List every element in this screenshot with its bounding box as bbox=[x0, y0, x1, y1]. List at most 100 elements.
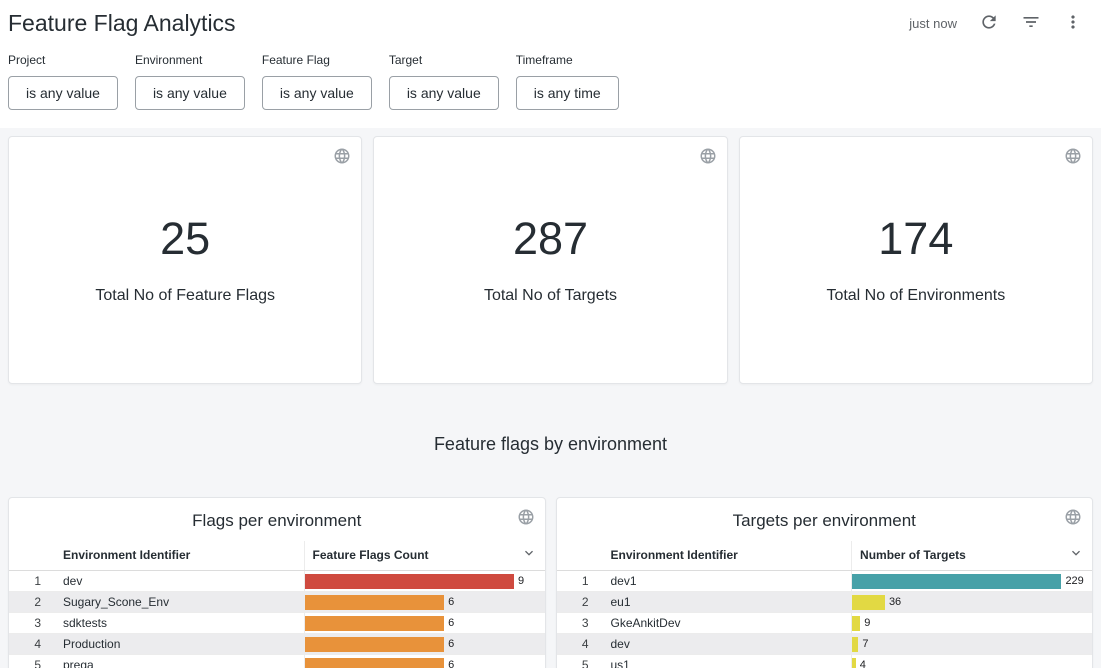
kpi-label: Total No of Feature Flags bbox=[95, 287, 275, 305]
table-row[interactable]: 1 dev1 229 bbox=[557, 571, 1093, 592]
environment-name: dev1 bbox=[603, 574, 852, 588]
count-bar bbox=[852, 595, 885, 610]
table-row[interactable]: 2 Sugary_Scone_Env 6 bbox=[9, 592, 545, 613]
filter-label: Project bbox=[8, 53, 118, 67]
filter-target-value-button[interactable]: is any value bbox=[389, 76, 499, 110]
table-header: Environment Identifier Number of Targets bbox=[557, 541, 1093, 571]
column-header-environment[interactable]: Environment Identifier bbox=[55, 544, 304, 568]
row-index: 3 bbox=[9, 616, 55, 630]
filter-button[interactable] bbox=[1017, 8, 1045, 39]
count-value: 6 bbox=[448, 617, 454, 629]
header-actions: just now bbox=[909, 8, 1087, 39]
refresh-button[interactable] bbox=[975, 8, 1003, 39]
row-index: 2 bbox=[557, 595, 603, 609]
table-body: 1 dev 9 2 Sugary_Scone_Env 6 3 sdktests … bbox=[9, 571, 545, 668]
table-title: Flags per environment bbox=[9, 498, 545, 541]
kpi-value: 25 bbox=[160, 216, 210, 261]
row-index: 3 bbox=[557, 616, 603, 630]
row-index: 1 bbox=[9, 574, 55, 588]
globe-icon bbox=[1064, 514, 1082, 529]
count-value: 9 bbox=[864, 617, 870, 629]
count-bar bbox=[852, 616, 860, 631]
row-index: 4 bbox=[557, 637, 603, 651]
count-bar bbox=[852, 637, 858, 652]
top-bar: Feature Flag Analytics just now Proje bbox=[0, 0, 1101, 128]
table-row[interactable]: 4 dev 7 bbox=[557, 634, 1093, 655]
filter-feature-flag: Feature Flag is any value bbox=[262, 53, 372, 110]
dashboard-header: Feature Flag Analytics just now bbox=[0, 0, 1101, 43]
kebab-menu-icon bbox=[1063, 12, 1083, 35]
index-column-header bbox=[9, 551, 55, 561]
count-value: 4 bbox=[860, 659, 866, 668]
kpi-row: 25 Total No of Feature Flags 287 Total N… bbox=[8, 136, 1093, 384]
section-title: Feature flags by environment bbox=[8, 434, 1093, 455]
row-index: 2 bbox=[9, 595, 55, 609]
kpi-tile-targets: 287 Total No of Targets bbox=[373, 136, 727, 384]
count-value: 7 bbox=[862, 638, 868, 650]
kpi-value: 287 bbox=[513, 216, 588, 261]
count-value: 6 bbox=[448, 659, 454, 668]
count-bar bbox=[852, 574, 1061, 589]
filter-feature-flag-value-button[interactable]: is any value bbox=[262, 76, 372, 110]
table-row[interactable]: 3 sdktests 6 bbox=[9, 613, 545, 634]
filter-label: Timeframe bbox=[516, 53, 619, 67]
environment-name: dev bbox=[55, 574, 304, 588]
filter-icon bbox=[1021, 12, 1041, 35]
tile-globe-button[interactable] bbox=[697, 145, 719, 170]
filter-timeframe: Timeframe is any time bbox=[516, 53, 619, 110]
table-row[interactable]: 3 GkeAnkitDev 9 bbox=[557, 613, 1093, 634]
environment-name: Production bbox=[55, 637, 304, 651]
column-header-targets[interactable]: Number of Targets bbox=[851, 541, 1092, 570]
filter-project: Project is any value bbox=[8, 53, 118, 110]
kpi-value: 174 bbox=[878, 216, 953, 261]
row-index: 4 bbox=[9, 637, 55, 651]
tile-globe-button[interactable] bbox=[1062, 145, 1084, 170]
refresh-status: just now bbox=[909, 16, 957, 31]
table-row[interactable]: 2 eu1 36 bbox=[557, 592, 1093, 613]
count-bar bbox=[305, 658, 445, 668]
environment-name: eu1 bbox=[603, 595, 852, 609]
filter-timeframe-value-button[interactable]: is any time bbox=[516, 76, 619, 110]
sort-chevron-down-icon bbox=[521, 545, 537, 564]
filter-label: Feature Flag bbox=[262, 53, 372, 67]
table-row[interactable]: 1 dev 9 bbox=[9, 571, 545, 592]
table-row[interactable]: 4 Production 6 bbox=[9, 634, 545, 655]
filter-project-value-button[interactable]: is any value bbox=[8, 76, 118, 110]
page-title: Feature Flag Analytics bbox=[8, 10, 236, 37]
count-bar bbox=[852, 658, 856, 668]
count-value: 9 bbox=[518, 575, 524, 587]
kpi-label: Total No of Targets bbox=[484, 287, 617, 305]
count-bar bbox=[305, 574, 514, 589]
filter-target: Target is any value bbox=[389, 53, 499, 110]
count-bar bbox=[305, 595, 445, 610]
index-column-header bbox=[557, 551, 603, 561]
table-row[interactable]: 5 prega 6 bbox=[9, 655, 545, 668]
globe-icon bbox=[517, 514, 535, 529]
table-row[interactable]: 5 us1 4 bbox=[557, 655, 1093, 668]
count-bar bbox=[305, 616, 445, 631]
globe-icon bbox=[699, 153, 717, 168]
row-index: 5 bbox=[9, 658, 55, 668]
sort-chevron-down-icon bbox=[1068, 545, 1084, 564]
environment-name: Sugary_Scone_Env bbox=[55, 595, 304, 609]
globe-icon bbox=[1064, 153, 1082, 168]
filter-environment-value-button[interactable]: is any value bbox=[135, 76, 245, 110]
tile-globe-button[interactable] bbox=[515, 506, 537, 531]
count-value: 6 bbox=[448, 638, 454, 650]
filter-label: Target bbox=[389, 53, 499, 67]
table-title: Targets per environment bbox=[557, 498, 1093, 541]
environment-name: GkeAnkitDev bbox=[603, 616, 852, 630]
count-value: 6 bbox=[448, 596, 454, 608]
tile-globe-button[interactable] bbox=[1062, 506, 1084, 531]
table-header: Environment Identifier Feature Flags Cou… bbox=[9, 541, 545, 571]
count-value: 229 bbox=[1065, 575, 1083, 587]
table-body: 1 dev1 229 2 eu1 36 3 GkeAnkitDev 9 4 de… bbox=[557, 571, 1093, 668]
kpi-tile-feature-flags: 25 Total No of Feature Flags bbox=[8, 136, 362, 384]
column-header-count[interactable]: Feature Flags Count bbox=[304, 541, 545, 570]
column-header-environment[interactable]: Environment Identifier bbox=[603, 544, 852, 568]
more-menu-button[interactable] bbox=[1059, 8, 1087, 39]
tile-globe-button[interactable] bbox=[331, 145, 353, 170]
count-bar bbox=[305, 637, 445, 652]
column-header-targets-label: Number of Targets bbox=[860, 548, 966, 562]
count-value: 36 bbox=[889, 596, 901, 608]
